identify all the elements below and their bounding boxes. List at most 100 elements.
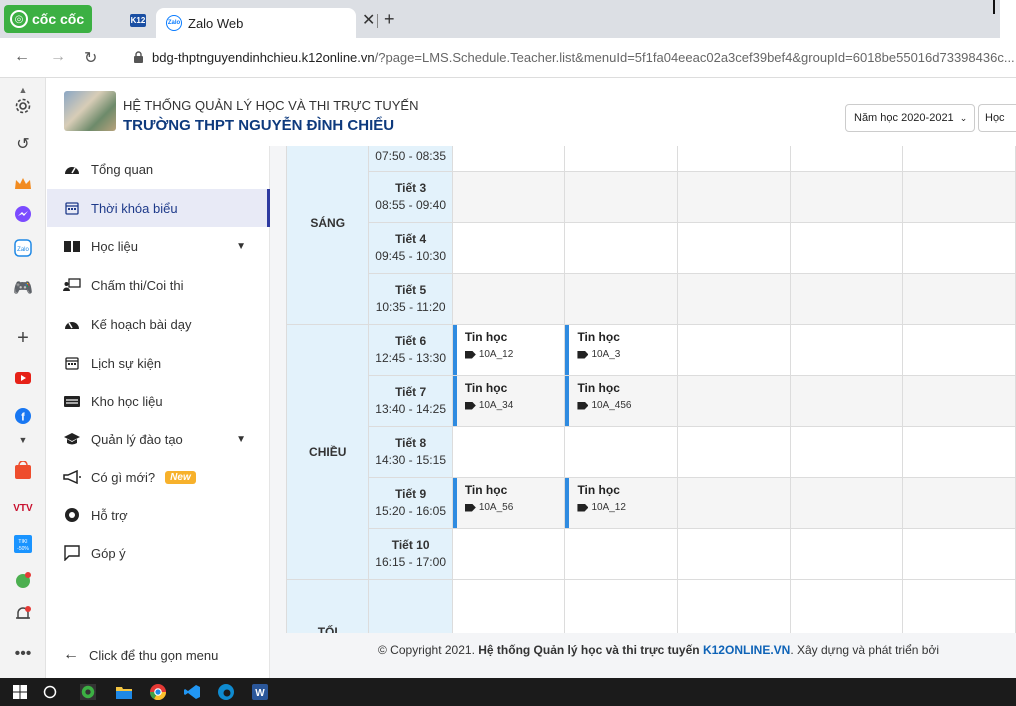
lesson-card[interactable]: Tin học 10A_34 xyxy=(452,376,565,426)
lesson-cell[interactable] xyxy=(902,375,1016,427)
messenger-icon[interactable] xyxy=(13,204,33,224)
lesson-cell[interactable] xyxy=(789,273,904,325)
file-explorer-icon[interactable] xyxy=(116,684,132,700)
lesson-cell[interactable] xyxy=(677,222,791,274)
facebook-icon[interactable]: f xyxy=(13,406,33,426)
word-icon[interactable]: W xyxy=(252,684,268,700)
footer-brand-link[interactable]: K12ONLINE.VN xyxy=(703,643,790,657)
lesson-cell[interactable] xyxy=(564,171,679,223)
edge-icon[interactable] xyxy=(218,684,234,700)
coccoc-taskbar-icon[interactable] xyxy=(80,684,96,700)
menu-item-feedback[interactable]: Góp ý xyxy=(47,534,270,572)
lesson-cell[interactable] xyxy=(789,426,904,478)
lesson-cell[interactable] xyxy=(564,426,679,478)
close-tab-icon[interactable]: ✕ xyxy=(362,10,375,30)
menu-item-training[interactable]: Quản lý đào tạo ▼ xyxy=(47,420,270,458)
lesson-cell[interactable] xyxy=(677,528,791,580)
lesson-cell[interactable] xyxy=(789,528,904,580)
back-arrow-icon[interactable]: ← xyxy=(14,48,30,66)
shopee-icon[interactable] xyxy=(13,460,33,480)
lesson-cell[interactable] xyxy=(789,477,904,529)
lesson-card[interactable]: Tin học 10A_3 xyxy=(565,325,677,375)
menu-item-whats-new[interactable]: Có gì mới? New xyxy=(47,458,270,496)
windows-start-icon[interactable] xyxy=(12,684,28,700)
lesson-cell[interactable] xyxy=(902,528,1016,580)
lesson-cell[interactable] xyxy=(902,324,1016,376)
reload-icon[interactable]: ↻ xyxy=(84,48,97,68)
lesson-cell[interactable] xyxy=(564,273,679,325)
term-select[interactable]: Học xyxy=(978,104,1016,132)
lesson-cell[interactable] xyxy=(902,426,1016,478)
lesson-cell[interactable] xyxy=(564,222,679,274)
lesson-cell[interactable] xyxy=(902,146,1016,172)
notification-bell-icon[interactable] xyxy=(13,604,33,624)
lesson-cell[interactable] xyxy=(677,579,791,633)
lesson-cell[interactable] xyxy=(451,171,566,223)
lesson-cell[interactable] xyxy=(789,146,904,172)
lesson-cell[interactable]: Tin học 10A_12 xyxy=(451,324,566,376)
lesson-cell[interactable] xyxy=(564,579,679,633)
more-icon[interactable]: ••• xyxy=(13,644,33,664)
lesson-cell[interactable] xyxy=(451,146,566,172)
lesson-cell[interactable] xyxy=(902,171,1016,223)
vtv-icon[interactable]: VTV xyxy=(13,498,33,518)
tab-zalo-web[interactable]: Zalo Zalo Web xyxy=(156,8,356,38)
lesson-cell[interactable] xyxy=(902,477,1016,529)
lesson-card[interactable]: Tin học 10A_456 xyxy=(565,376,677,426)
lesson-cell[interactable]: Tin học 10A_12 xyxy=(564,477,679,529)
url-input[interactable]: bdg-thptnguyendinhchieu.k12online.vn/?pa… xyxy=(152,50,1015,65)
add-icon[interactable]: + xyxy=(13,327,33,349)
menu-item-lesson-plan[interactable]: Kế hoạch bài dạy xyxy=(47,305,270,343)
lesson-cell[interactable] xyxy=(789,171,904,223)
lesson-cell[interactable] xyxy=(902,273,1016,325)
menu-item-event-calendar[interactable]: Lịch sự kiện xyxy=(47,344,270,382)
lesson-cell[interactable] xyxy=(789,375,904,427)
scroll-down-icon[interactable]: ▼ xyxy=(13,430,33,450)
forward-arrow-icon[interactable]: → xyxy=(50,48,66,66)
lesson-card[interactable]: Tin học 10A_56 xyxy=(452,478,565,528)
lesson-cell[interactable] xyxy=(451,579,566,633)
school-year-select[interactable]: Năm học 2020-2021 ⌄ xyxy=(845,104,975,132)
crown-icon[interactable] xyxy=(13,174,33,194)
lesson-cell[interactable]: Tin học 10A_3 xyxy=(564,324,679,376)
browser-menu-button[interactable]: ◎ cốc cốc xyxy=(4,5,93,33)
lesson-cell[interactable] xyxy=(677,273,791,325)
lesson-cell[interactable] xyxy=(677,375,791,427)
lesson-cell[interactable] xyxy=(451,273,566,325)
menu-item-support[interactable]: Hỗ trợ xyxy=(47,496,270,534)
lesson-cell[interactable] xyxy=(677,426,791,478)
lesson-cell[interactable] xyxy=(677,477,791,529)
lesson-cell[interactable] xyxy=(451,426,566,478)
lesson-cell[interactable] xyxy=(789,222,904,274)
lesson-card[interactable]: Tin học 10A_12 xyxy=(452,325,565,375)
menu-item-materials[interactable]: Học liệu ▼ xyxy=(47,227,270,265)
vscode-icon[interactable] xyxy=(184,684,200,700)
lesson-cell[interactable] xyxy=(451,222,566,274)
menu-item-overview[interactable]: Tổng quan xyxy=(47,150,270,188)
lesson-cell[interactable] xyxy=(789,324,904,376)
youtube-icon[interactable] xyxy=(13,368,33,388)
lesson-cell[interactable] xyxy=(564,146,679,172)
game-icon[interactable]: 🎮 xyxy=(13,278,33,298)
lesson-cell[interactable] xyxy=(564,528,679,580)
lesson-cell[interactable] xyxy=(677,324,791,376)
new-tab-button[interactable]: + xyxy=(384,9,395,30)
collapse-menu-button[interactable]: ← Click để thu gọn menu xyxy=(63,646,218,664)
lesson-cell[interactable] xyxy=(677,146,791,172)
lesson-cell[interactable]: Tin học 10A_456 xyxy=(564,375,679,427)
search-circle-icon[interactable] xyxy=(42,684,58,700)
k12-tab[interactable]: K12 xyxy=(130,14,146,27)
lesson-cell[interactable] xyxy=(451,528,566,580)
zalo-sidebar-icon[interactable]: Zalo xyxy=(13,238,33,258)
menu-item-grading[interactable]: Chấm thi/Coi thi xyxy=(47,266,270,304)
settings-gear-icon[interactable] xyxy=(13,96,33,116)
lesson-cell[interactable] xyxy=(902,222,1016,274)
menu-item-archive[interactable]: Kho học liệu xyxy=(47,382,270,420)
lesson-cell[interactable] xyxy=(677,171,791,223)
extension-icon[interactable] xyxy=(13,570,33,590)
tiki-icon[interactable]: TIKI -50% xyxy=(13,534,33,554)
history-icon[interactable]: ↺ xyxy=(13,134,33,154)
lesson-cell[interactable] xyxy=(789,579,904,633)
lesson-cell[interactable]: Tin học 10A_34 xyxy=(451,375,566,427)
menu-item-timetable[interactable]: Thời khóa biểu xyxy=(47,189,270,227)
